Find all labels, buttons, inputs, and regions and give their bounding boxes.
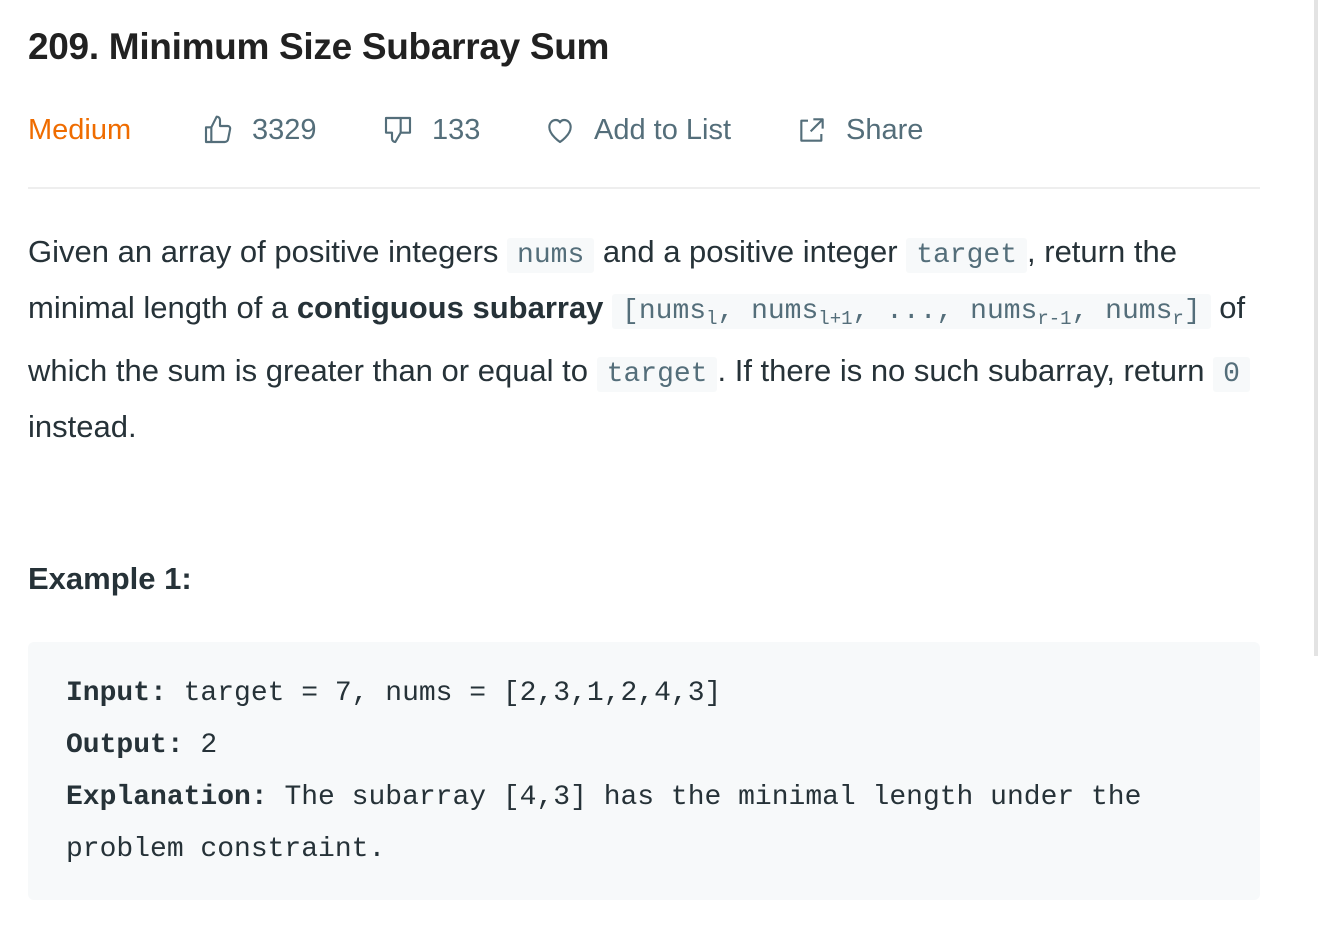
code-text: , nums xyxy=(1071,296,1173,327)
output-value: 2 xyxy=(183,730,218,761)
share-button[interactable]: Share xyxy=(796,108,923,152)
description-text: and a positive integer xyxy=(594,234,907,269)
thumbs-up-icon xyxy=(204,115,232,144)
description-text: . If there is no such subarray, return xyxy=(717,353,1214,388)
example-1-block: Input: target = 7, nums = [2,3,1,2,4,3] … xyxy=(28,642,1260,900)
like-count: 3329 xyxy=(252,113,317,146)
code-text: [nums xyxy=(622,296,707,327)
input-label: Input: xyxy=(66,678,167,709)
example-1-content: Input: target = 7, nums = [2,3,1,2,4,3] … xyxy=(66,668,1236,876)
input-value: target = 7, nums = [2,3,1,2,4,3] xyxy=(166,678,722,709)
header-divider xyxy=(28,187,1260,189)
code-text: , nums xyxy=(717,296,819,327)
share-icon xyxy=(800,118,824,142)
code-text: , ..., nums xyxy=(852,296,1038,327)
problem-description: Given an array of positive integers nums… xyxy=(28,226,1260,453)
output-label: Output: xyxy=(66,730,184,761)
heart-icon xyxy=(548,118,572,144)
like-button[interactable]: 3329 xyxy=(202,108,317,152)
dislike-button[interactable]: 133 xyxy=(382,108,480,152)
subscript: l+1 xyxy=(818,308,853,330)
dislike-count: 133 xyxy=(432,113,481,146)
problem-title: 209. Minimum Size Subarray Sum xyxy=(28,26,610,67)
explanation-label: Explanation: xyxy=(66,782,268,813)
difficulty-badge: Medium xyxy=(28,113,132,146)
code-text: ] xyxy=(1183,296,1201,327)
bold-contiguous-subarray: contiguous subarray xyxy=(296,290,604,325)
description-text: Given an array of positive integers xyxy=(28,234,508,269)
add-to-list-button[interactable]: Add to List xyxy=(544,108,731,152)
code-target: target xyxy=(906,238,1028,273)
code-zero: 0 xyxy=(1213,357,1250,392)
subscript: l xyxy=(706,308,718,330)
thumbs-down-icon xyxy=(384,116,412,144)
description-text xyxy=(603,290,612,325)
add-to-list-label: Add to List xyxy=(594,113,732,146)
code-subarray-range: [numsl, numsl+1, ..., numsr-1, numsr] xyxy=(612,294,1211,330)
subscript: r-1 xyxy=(1037,308,1072,330)
code-nums: nums xyxy=(507,238,595,273)
description-text: instead. xyxy=(28,409,137,444)
example-1-heading: Example 1: xyxy=(28,561,192,596)
scrollbar-track[interactable] xyxy=(1314,0,1318,656)
code-target: target xyxy=(596,357,718,392)
share-label: Share xyxy=(846,113,924,146)
subscript: r xyxy=(1172,308,1184,330)
problem-meta-row: Medium 3329 133 Add to List Share xyxy=(28,108,1260,152)
